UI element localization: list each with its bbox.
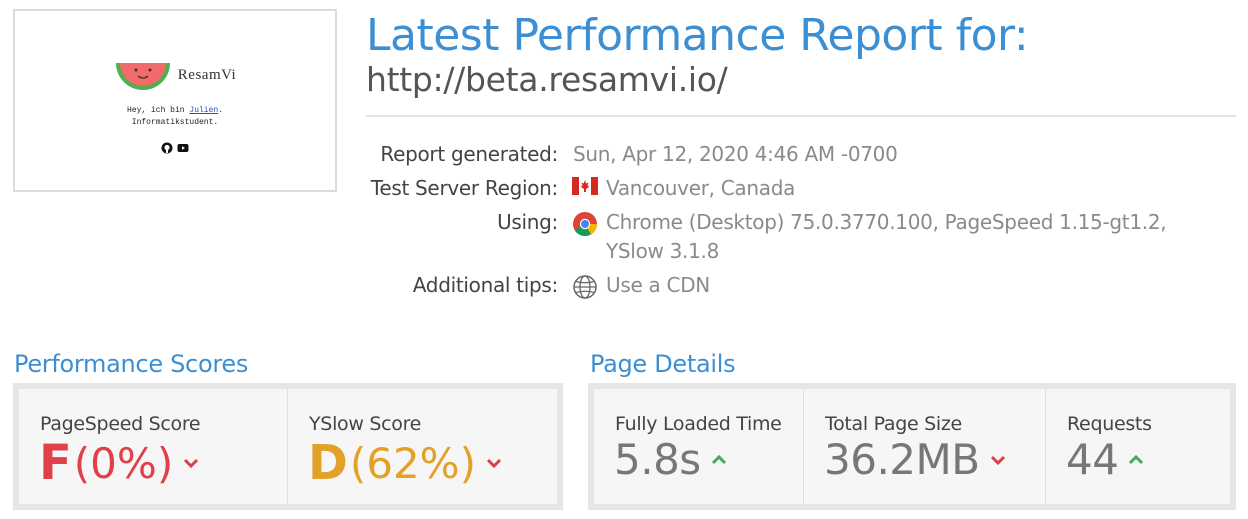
thumbnail-greeting: Hey, ich bin Julien. [126,106,224,115]
yslow-grade: D [308,435,348,491]
youtube-icon[interactable] [177,142,189,154]
page-details-title: Page Details [590,350,736,378]
yslow-percent: (62%) [349,438,476,488]
chevron-down-icon [184,458,199,469]
yslow-score-label: YSlow Score [309,413,422,435]
page-size-label: Total Page Size [825,413,962,435]
region-label: Test Server Region: [370,176,559,200]
performance-scores-panel: PageSpeed Score F (0%) YSlow Score D (62… [13,383,563,510]
requests-cell: Requests 44 [1046,389,1230,504]
thumbnail-greeting-link[interactable]: Julien [189,106,218,115]
tips-label: Additional tips: [412,273,559,297]
report-generated-label: Report generated: [380,142,558,166]
pagespeed-percent: (0%) [73,438,174,488]
chevron-down-icon [486,458,502,469]
pagespeed-score-cell: PageSpeed Score F (0%) [19,389,288,504]
thumbnail-logo: ResamVi [15,57,335,93]
yslow-score-cell: YSlow Score D (62%) [288,389,557,504]
requests-label: Requests [1067,413,1152,435]
globe-icon [573,275,597,299]
requests-value: 44 [1066,435,1119,484]
site-thumbnail: ResamVi Hey, ich bin Julien. Informatiks… [13,9,337,192]
using-label: Using: [497,210,558,234]
region-value: Vancouver, Canada [606,176,796,200]
page-size-cell: Total Page Size 36.2MB [804,389,1046,504]
report-title: Latest Performance Report for: [366,10,1029,61]
chevron-down-icon [990,455,1005,465]
chrome-icon [573,212,597,237]
divider [366,115,1236,117]
canada-flag-icon [572,177,598,195]
thumbnail-subtitle: Informatikstudent. [131,118,219,127]
tips-value[interactable]: Use a CDN [606,273,710,297]
github-icon[interactable] [161,142,173,154]
pagespeed-grade: F [39,435,72,491]
performance-scores-title: Performance Scores [14,350,249,378]
watermelon-icon [115,63,170,90]
using-value-continued: YSlow 3.1.8 [606,239,720,263]
pagespeed-score-label: PageSpeed Score [40,413,201,435]
thumbnail-brand: ResamVi [177,66,237,83]
page-size-value: 36.2MB [824,435,980,484]
report-url: http://beta.resamvi.io/ [366,60,728,99]
chevron-up-icon [711,454,726,464]
report-generated-value: Sun, Apr 12, 2020 4:46 AM -0700 [573,142,898,166]
page-details-panel: Fully Loaded Time 5.8s Total Page Size 3… [588,383,1236,510]
load-time-value: 5.8s [614,435,701,484]
load-time-label: Fully Loaded Time [615,413,782,435]
thumbnail-social-icons [15,142,335,154]
using-value: Chrome (Desktop) 75.0.3770.100, PageSpee… [606,210,1167,234]
chevron-up-icon [1129,454,1144,464]
load-time-cell: Fully Loaded Time 5.8s [594,389,804,504]
